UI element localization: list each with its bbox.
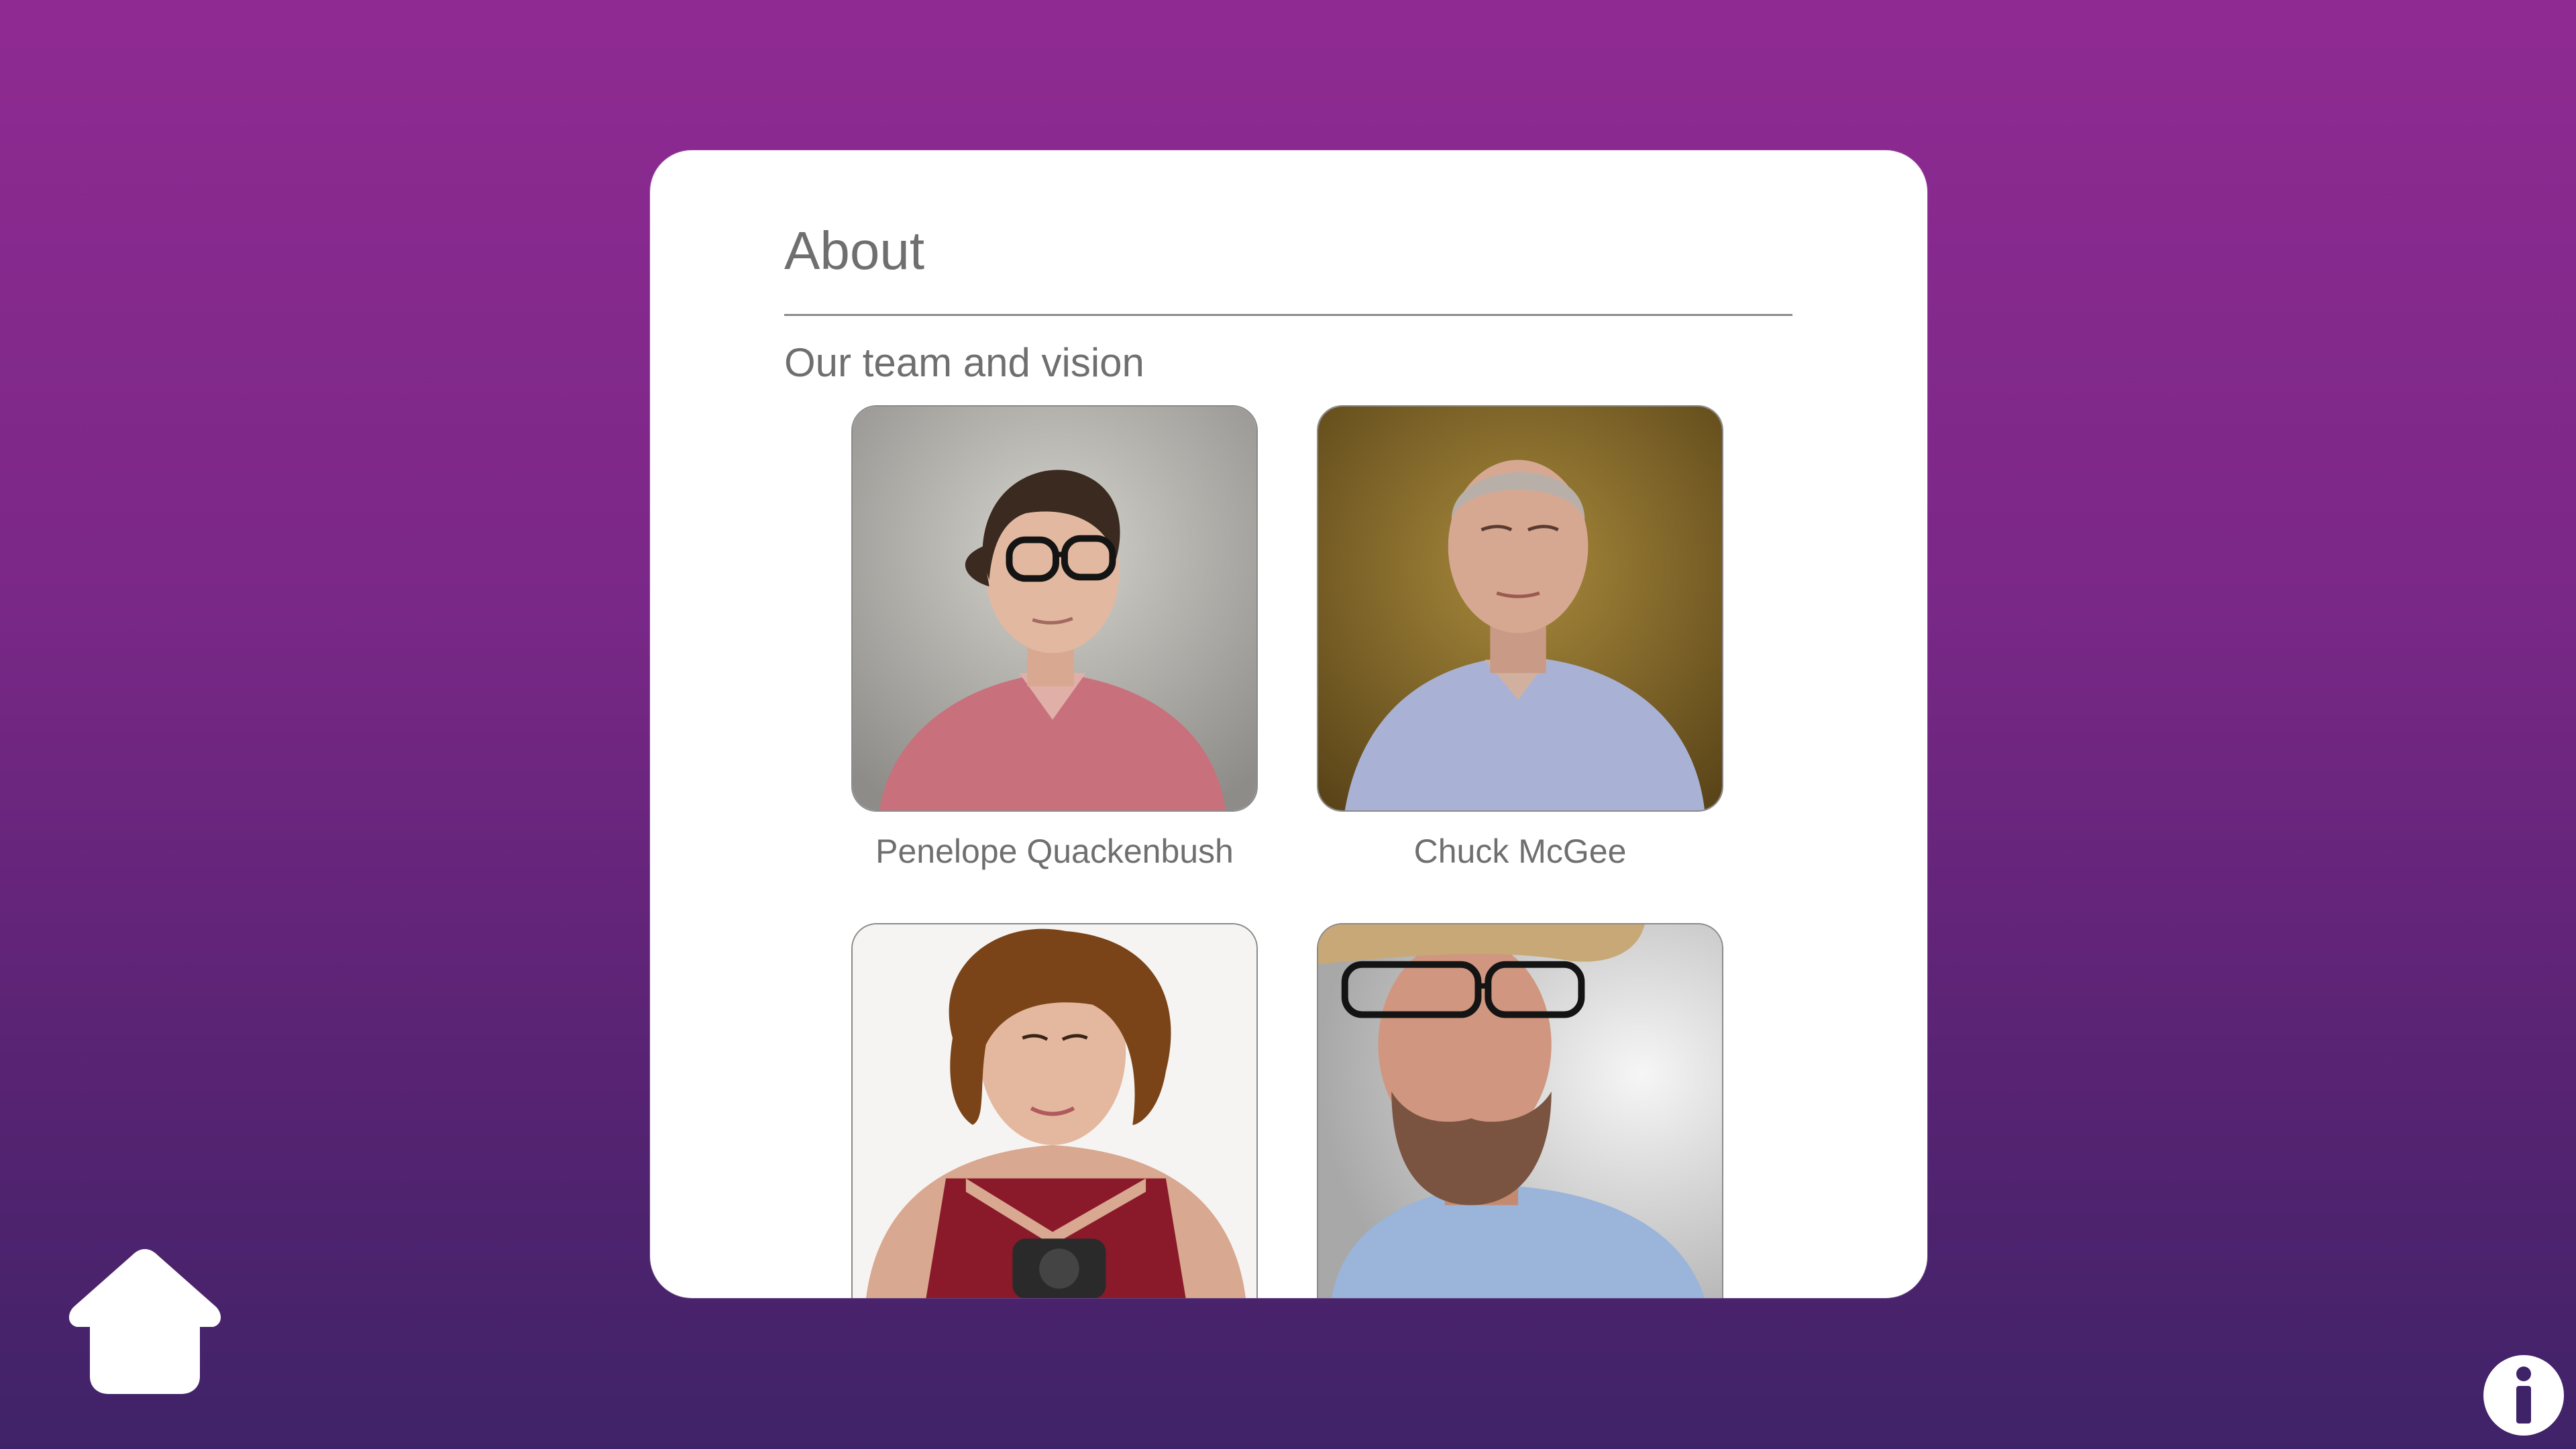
title-divider xyxy=(784,314,1792,316)
team-member-photo xyxy=(1317,923,1723,1298)
home-icon xyxy=(68,1249,221,1394)
home-button[interactable] xyxy=(64,1245,225,1395)
team-member-photo xyxy=(851,405,1258,812)
team-member-name: Chuck McGee xyxy=(1413,833,1627,870)
page-title: About xyxy=(784,221,925,280)
section-title: Our team and vision xyxy=(784,340,1144,385)
team-member-photo xyxy=(851,923,1258,1298)
about-card: About Our team and vision Penelope Quack… xyxy=(650,150,1927,1298)
info-button[interactable] xyxy=(2482,1354,2565,1437)
team-member-name: Penelope Quackenbush xyxy=(875,833,1234,870)
info-icon xyxy=(2483,1355,2564,1436)
team-member-photo xyxy=(1317,405,1723,812)
